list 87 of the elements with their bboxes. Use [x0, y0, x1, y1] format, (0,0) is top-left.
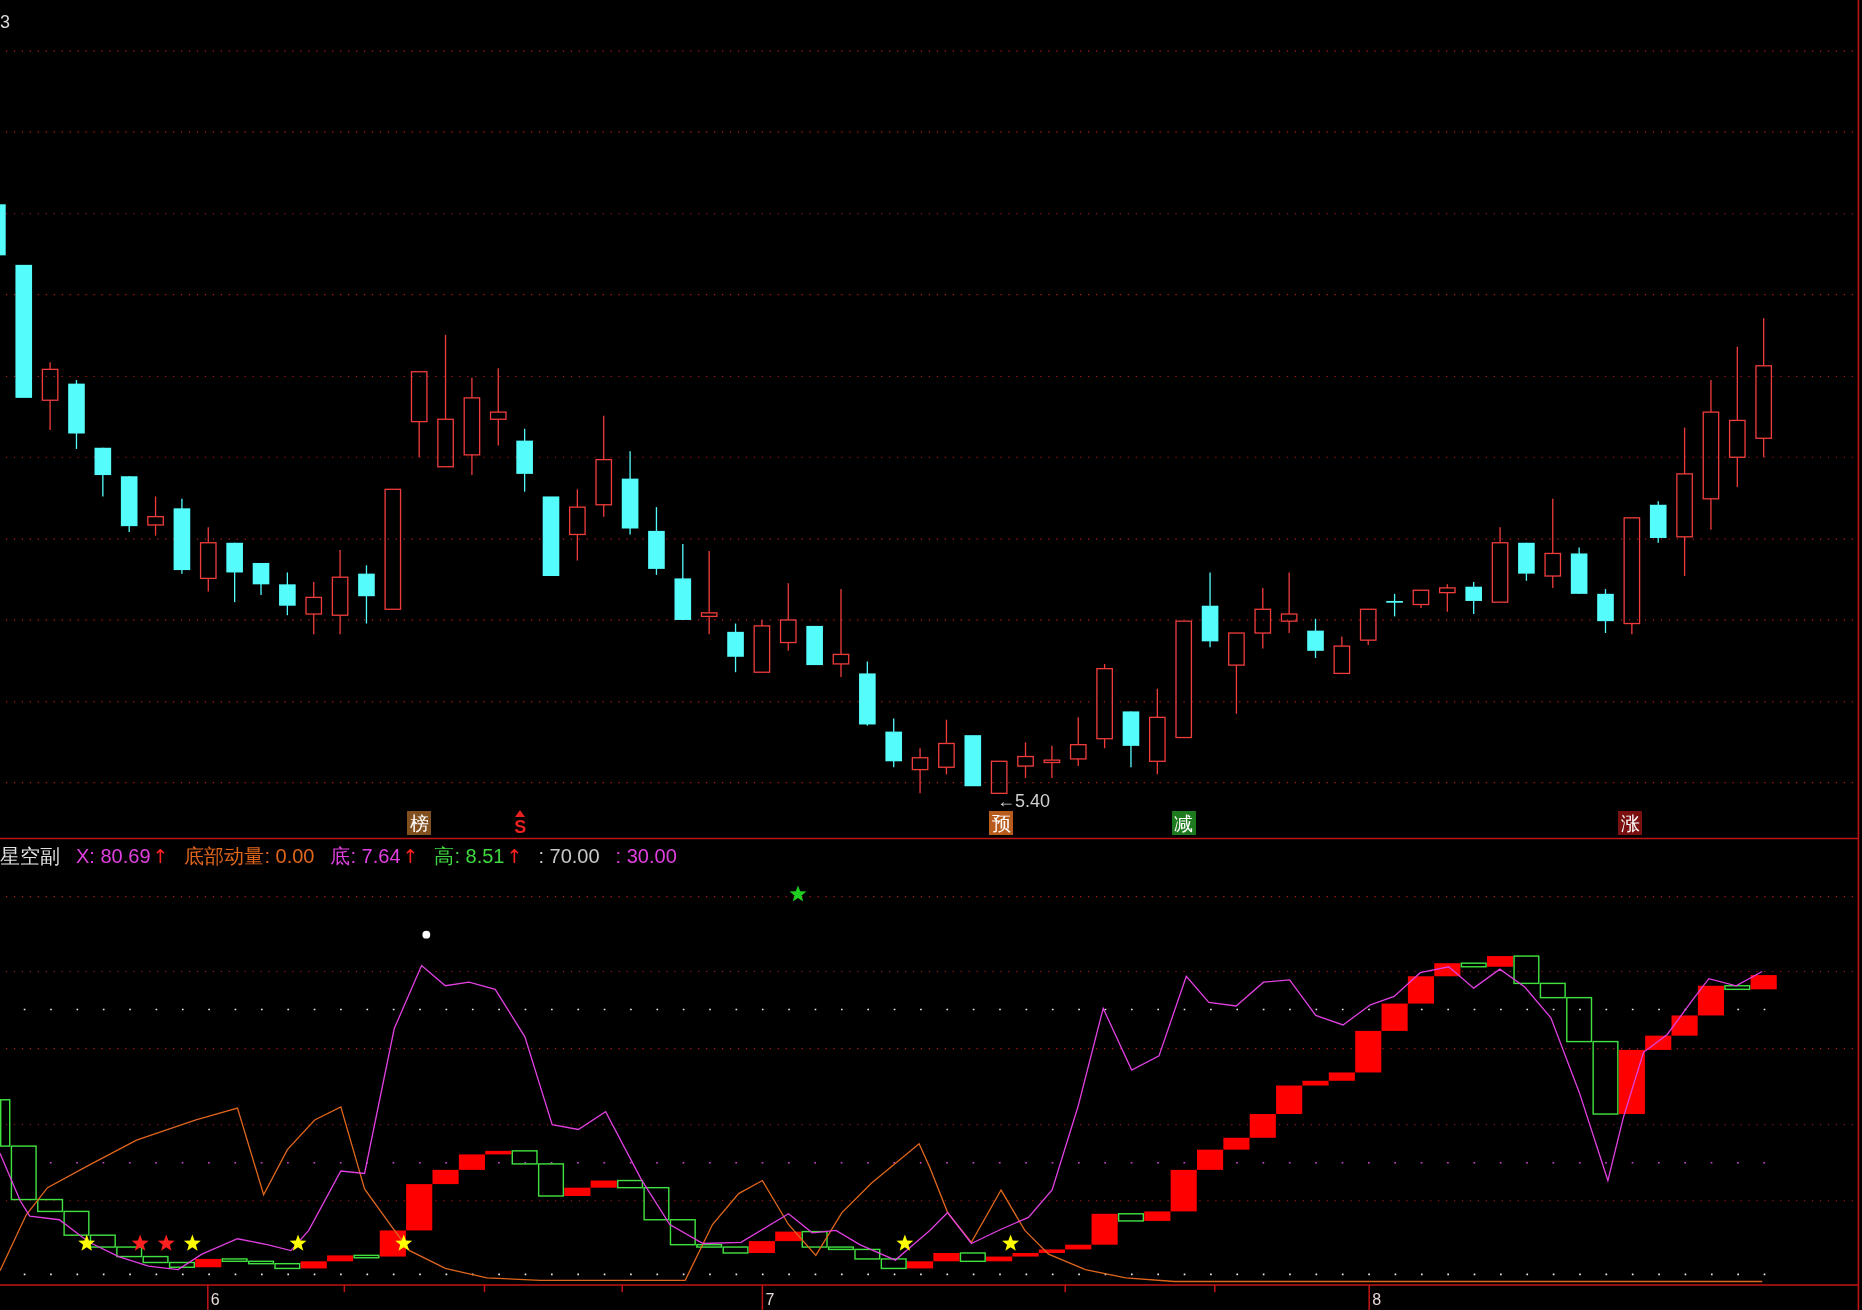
falling-block: [353, 1254, 380, 1259]
star-icon: [1002, 1234, 1020, 1251]
rising-candle: [1017, 741, 1034, 779]
falling-candle: [964, 735, 982, 787]
star-icon: [896, 1234, 914, 1251]
falling-candle: [120, 475, 138, 533]
falling-candle: [279, 571, 296, 616]
rising-candle: [199, 526, 217, 593]
rising-candle: [1438, 583, 1456, 613]
rising-candle: [1069, 716, 1087, 767]
star-icon: [183, 1234, 201, 1251]
rising-candle: [1280, 571, 1298, 634]
falling-candle: [859, 660, 876, 727]
up-triangle-icon: [515, 810, 526, 817]
rising-candle: [305, 581, 323, 635]
falling-candle: [252, 562, 270, 596]
rising-block: [748, 1241, 775, 1253]
falling-block: [1117, 1213, 1145, 1222]
star-icon: [157, 1234, 175, 1251]
trend-arrow: ↑: [152, 844, 169, 868]
falling-block: [142, 1255, 169, 1264]
star-icon: [789, 885, 807, 902]
rising-candle: [1043, 745, 1061, 779]
falling-candle: [1518, 542, 1535, 582]
falling-candle: [1570, 546, 1588, 595]
falling-block: [959, 1252, 986, 1263]
falling-candle: [648, 506, 665, 576]
signal-badge: 涨: [1618, 811, 1643, 835]
signal-badge: 预: [989, 811, 1014, 835]
rising-candle: [1333, 635, 1351, 675]
falling-candle: [1597, 588, 1614, 634]
falling-candle: [1386, 593, 1403, 618]
rising-candle: [990, 760, 1008, 794]
falling-candle: [0, 204, 6, 256]
falling-block: [880, 1258, 907, 1270]
falling-candle: [68, 379, 85, 450]
rising-block: [775, 1231, 802, 1242]
indicator-title: 星空副: [0, 844, 60, 868]
time-axis-label: 8: [1372, 1291, 1382, 1309]
indicator-readout: X: 80.69: [76, 844, 151, 868]
rising-block: [1487, 956, 1514, 967]
rising-candle: [1412, 589, 1430, 609]
falling-candle: [1649, 500, 1667, 544]
rising-candle: [911, 747, 929, 794]
falling-candle: [1307, 618, 1324, 659]
star-icon: [395, 1234, 413, 1251]
signal-letter: S: [514, 817, 527, 837]
star-icon: [78, 1234, 96, 1251]
rising-candle: [779, 582, 797, 652]
rising-block: [933, 1253, 960, 1262]
falling-block: [116, 1246, 143, 1258]
falling-candle: [226, 542, 243, 603]
rising-candle: [147, 495, 164, 537]
falling-block: [1724, 985, 1751, 991]
falling-candle: [516, 428, 533, 493]
falling-candle: [727, 622, 744, 673]
rising-candle: [1254, 587, 1272, 650]
falling-block: [1460, 962, 1487, 968]
time-axis-label: 6: [210, 1291, 220, 1309]
signal-badge: 减: [1171, 811, 1196, 835]
star-icon: [131, 1234, 149, 1251]
rising-candle: [1359, 608, 1377, 646]
indicator-readout: 底: 7.64: [330, 844, 401, 868]
indicator-readout: 高: 8.51: [434, 844, 505, 868]
rising-candle: [41, 361, 59, 431]
time-axis-label: 7: [765, 1291, 775, 1309]
rising-block: [1750, 975, 1777, 990]
signal-badge: 榜: [407, 811, 432, 835]
rising-block: [564, 1187, 591, 1196]
falling-candle: [885, 717, 903, 768]
falling-candle: [358, 564, 375, 625]
indicator-readout: 底部动量: 0.00: [184, 844, 315, 868]
falling-candle: [1122, 710, 1140, 768]
falling-candle: [806, 625, 823, 666]
falling-candle: [94, 447, 112, 498]
falling-candle: [1465, 581, 1482, 615]
trend-arrow: ↑: [506, 844, 523, 868]
rising-candle: [753, 619, 771, 673]
rising-candle: [938, 719, 955, 775]
star-icon: [289, 1234, 307, 1251]
dot-icon: [422, 930, 431, 939]
price-axis-label: 3: [0, 12, 10, 32]
indicator-readout: : 70.00: [538, 844, 600, 868]
rising-block: [195, 1258, 222, 1268]
indicator-readout: : 30.00: [615, 844, 677, 868]
low-price-label: ←5.40: [997, 791, 1051, 811]
trend-arrow: ↑: [402, 844, 419, 868]
